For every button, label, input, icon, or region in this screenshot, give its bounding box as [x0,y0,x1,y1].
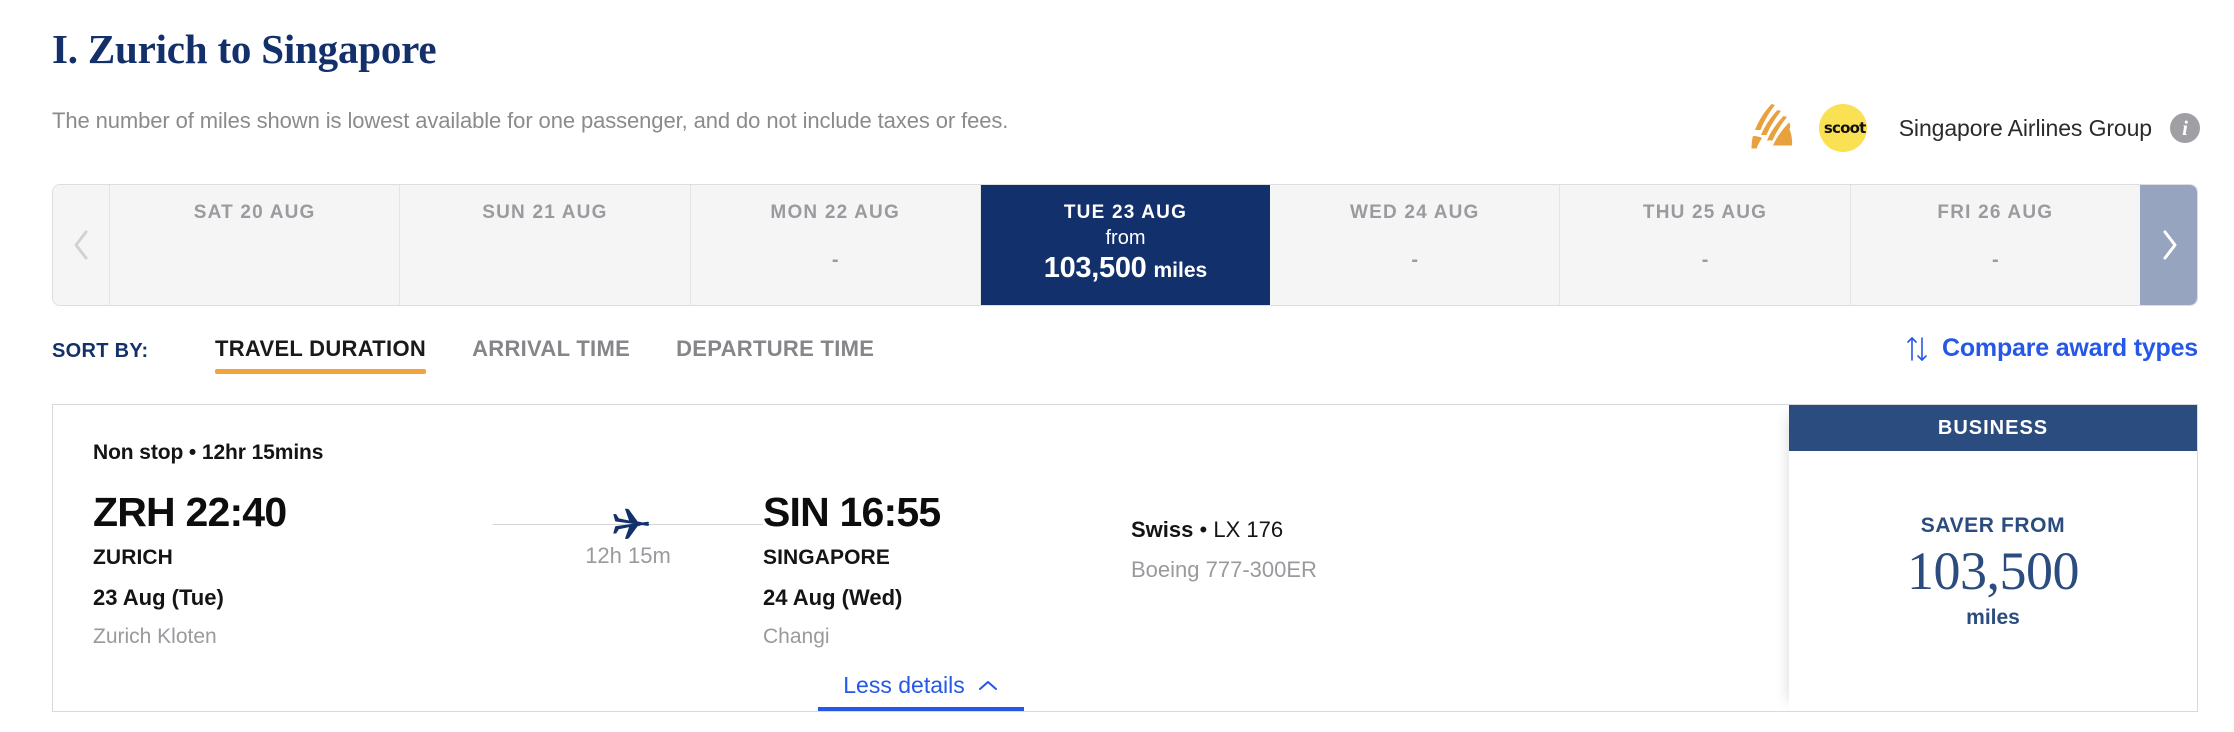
next-dates-button[interactable] [2140,185,2197,305]
date-tile-value: - [1991,249,1999,271]
date-tile-mon-22-aug[interactable]: MON 22 AUG - [690,185,981,305]
date-tile-sun-21-aug[interactable]: SUN 21 AUG [400,185,691,305]
date-tile-label: SAT 20 AUG [193,202,316,223]
destination-city: SINGAPORE [763,546,890,570]
origin-airport: Zurich Kloten [93,625,217,649]
origin-date: 23 Aug (Tue) [93,585,224,611]
date-tile-amount: 103,500 [1043,252,1147,284]
cabin-fare-panel[interactable]: BUSINESS SAVER FROM 103,500 miles [1789,405,2197,711]
flight-duration: 12h 15m [585,543,671,568]
date-tile-tue-23-aug[interactable]: TUE 23 AUG from 103,500 miles [980,185,1271,305]
info-icon[interactable]: i [2170,113,2200,143]
page-title: I. Zurich to Singapore [52,26,437,72]
date-tiles: SAT 20 AUG SUN 21 AUG MON 22 AUG - TUE 2… [110,185,2140,305]
date-tile-price: 103,500 miles [1044,252,1207,285]
singapore-airlines-bird-icon [1751,104,1792,149]
flight-leg-graphic: 12h 15m [493,497,763,577]
fare-unit: miles [1966,606,2020,630]
flight-itinerary: ZRH 22:40 ZURICH 23 Aug (Tue) Zurich Klo… [93,489,1789,649]
date-tile-value: - [831,249,839,271]
sort-option-arrival-time[interactable]: ARRIVAL TIME [472,330,630,374]
date-selector-strip: SAT 20 AUG SUN 21 AUG MON 22 AUG - TUE 2… [52,184,2198,306]
cabin-class-label: BUSINESS [1789,405,2197,451]
date-tile-label: SUN 21 AUG [482,202,608,223]
less-details-label: Less details [843,672,965,698]
sort-bar: SORT BY: TRAVEL DURATION ARRIVAL TIME DE… [52,330,2198,390]
date-tile-unit: miles [1153,259,1208,282]
flight-stops-summary: Non stop • 12hr 15mins [93,441,324,464]
scoot-logo: scoot [1818,104,1867,152]
less-details-toggle[interactable]: Less details [818,672,1024,711]
date-tile-fri-26-aug[interactable]: FRI 26 AUG - [1850,185,2140,305]
compare-award-types-label: Compare award types [1941,334,2198,362]
date-tile-wed-24-aug[interactable]: WED 24 AUG - [1270,185,1561,305]
date-tile-label: TUE 23 AUG [1063,202,1188,223]
page-header: I. Zurich to Singapore The number of mil… [0,0,2234,168]
destination-code-time: SIN 16:55 [763,489,941,535]
scoot-wordmark: scoot [1823,119,1866,137]
previous-dates-button[interactable] [53,185,110,305]
cabin-fare-body: SAVER FROM 103,500 miles [1789,451,2197,711]
date-tile-thu-25-aug[interactable]: THU 25 AUG - [1560,185,1851,305]
chevron-up-icon [978,680,997,690]
flight-destination: SIN 16:55 SINGAPORE 24 Aug (Wed) Changi [763,489,1103,649]
origin-code-time: ZRH 22:40 [93,489,287,535]
page-subtitle: The number of miles shown is lowest avai… [52,108,1009,133]
flight-card-main: Non stop • 12hr 15mins ZRH 22:40 ZURICH … [53,405,1789,711]
chevron-left-icon [74,230,88,260]
date-tile-sat-20-aug[interactable]: SAT 20 AUG [110,185,401,305]
airline-group-badge: scoot Singapore Airlines Group i [1751,100,2200,156]
destination-airport: Changi [763,625,830,649]
operator-flight-number: LX 176 [1213,517,1284,542]
flight-operator: Swiss • LX 176 Boeing 777-300ER [1131,491,1317,583]
date-tile-value: - [1411,249,1419,271]
airline-group-label: Singapore Airlines Group [1898,114,2152,141]
operator-separator: • [1199,517,1208,542]
up-down-arrows-icon [1907,336,1927,361]
date-tile-label: MON 22 AUG [770,202,900,223]
chevron-right-icon [2163,230,2176,260]
origin-city: ZURICH [93,546,173,570]
fare-amount: 103,500 [1907,540,2080,601]
fare-type-label: SAVER FROM [1920,513,2066,537]
date-tile-label: THU 25 AUG [1642,202,1768,223]
operator-aircraft: Boeing 777-300ER [1131,557,1317,582]
date-tile-value: - [1701,249,1709,271]
award-search-results-page: I. Zurich to Singapore The number of mil… [0,0,2234,732]
sort-option-travel-duration[interactable]: TRAVEL DURATION [215,330,427,374]
flight-origin: ZRH 22:40 ZURICH 23 Aug (Tue) Zurich Klo… [93,489,493,649]
destination-date: 24 Aug (Wed) [763,585,903,611]
sort-option-departure-time[interactable]: DEPARTURE TIME [676,330,874,374]
sort-by-label: SORT BY: [52,340,149,362]
date-tile-label: WED 24 AUG [1349,202,1480,223]
operator-line: Swiss • LX 176 [1131,517,1317,543]
operator-carrier: Swiss [1131,517,1194,542]
flight-result-card: Non stop • 12hr 15mins ZRH 22:40 ZURICH … [52,404,2198,712]
date-tile-from-label: from [1105,227,1146,249]
date-tile-label: FRI 26 AUG [1937,202,2054,223]
compare-award-types-link[interactable]: Compare award types [1906,334,2198,363]
airplane-right-icon [613,508,650,539]
sort-options: TRAVEL DURATION ARRIVAL TIME DEPARTURE T… [215,330,920,374]
